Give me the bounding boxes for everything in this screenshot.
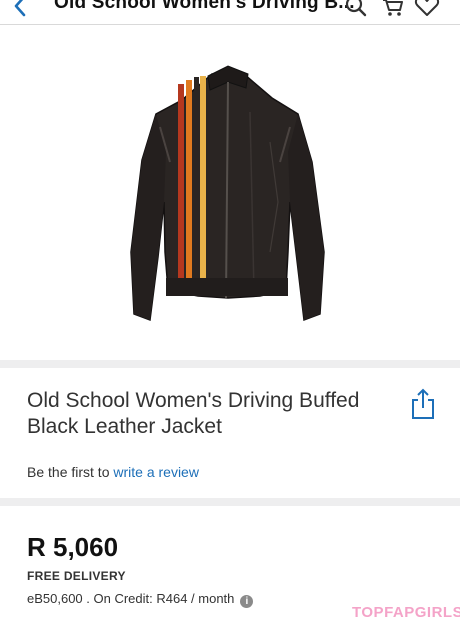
info-icon[interactable]: i (240, 595, 254, 608)
section-divider (0, 498, 460, 506)
heart-icon[interactable] (414, 0, 440, 18)
review-prompt: Be the first to write a review (27, 464, 199, 480)
app-header: Old School Women's Driving B... (0, 0, 460, 25)
credit-text: eB50,600 . On Credit: R464 / month (27, 591, 235, 606)
chevron-left-icon[interactable] (10, 0, 32, 18)
review-prefix: Be the first to (27, 464, 110, 480)
cart-icon[interactable] (381, 0, 405, 18)
section-divider (0, 360, 460, 368)
share-icon[interactable] (410, 388, 436, 420)
credit-info: eB50,600 . On Credit: R464 / month i (27, 591, 254, 608)
write-review-link[interactable]: write a review (113, 464, 199, 480)
product-image-gallery[interactable] (0, 25, 460, 375)
product-image[interactable] (120, 52, 335, 332)
product-title: Old School Women's Driving Buffed Black … (27, 389, 360, 438)
search-icon[interactable] (344, 0, 368, 18)
price-section: R 5,060 FREE DELIVERY eB50,600 . On Cred… (0, 506, 460, 623)
delivery-label: FREE DELIVERY (27, 569, 126, 583)
page-title: Old School Women's Driving B... (54, 0, 355, 13)
product-price: R 5,060 (27, 532, 119, 562)
product-info: Old School Women's Driving Buffed Black … (0, 368, 460, 498)
watermark: TOPFAPGIRLS (352, 604, 460, 621)
